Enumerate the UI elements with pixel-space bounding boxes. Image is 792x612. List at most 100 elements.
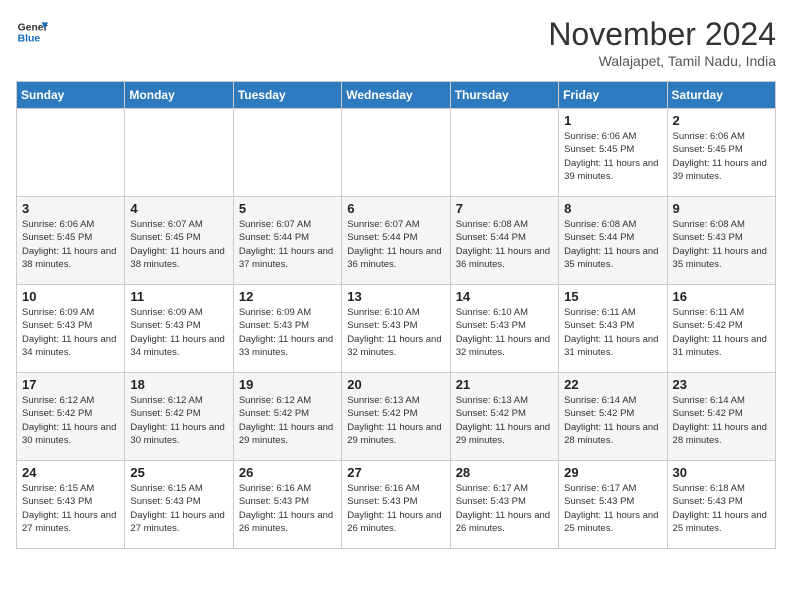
calendar-cell: 14 Sunrise: 6:10 AM Sunset: 5:43 PM Dayli…: [450, 285, 558, 373]
calendar-cell: [233, 109, 341, 197]
day-info: Sunrise: 6:18 AM Sunset: 5:43 PM Dayligh…: [673, 482, 770, 535]
logo-icon: General Blue: [16, 16, 48, 48]
day-info: Sunrise: 6:14 AM Sunset: 5:42 PM Dayligh…: [673, 394, 770, 447]
day-info: Sunrise: 6:17 AM Sunset: 5:43 PM Dayligh…: [564, 482, 661, 535]
day-number: 23: [673, 377, 770, 392]
day-info: Sunrise: 6:06 AM Sunset: 5:45 PM Dayligh…: [673, 130, 770, 183]
day-number: 10: [22, 289, 119, 304]
day-info: Sunrise: 6:08 AM Sunset: 5:43 PM Dayligh…: [673, 218, 770, 271]
calendar-cell: 16 Sunrise: 6:11 AM Sunset: 5:42 PM Dayli…: [667, 285, 775, 373]
day-number: 1: [564, 113, 661, 128]
calendar-cell: 15 Sunrise: 6:11 AM Sunset: 5:43 PM Dayli…: [559, 285, 667, 373]
day-number: 30: [673, 465, 770, 480]
day-number: 11: [130, 289, 227, 304]
column-header-thursday: Thursday: [450, 82, 558, 109]
day-info: Sunrise: 6:17 AM Sunset: 5:43 PM Dayligh…: [456, 482, 553, 535]
calendar-cell: 29 Sunrise: 6:17 AM Sunset: 5:43 PM Dayli…: [559, 461, 667, 549]
calendar-cell: 18 Sunrise: 6:12 AM Sunset: 5:42 PM Dayli…: [125, 373, 233, 461]
day-info: Sunrise: 6:14 AM Sunset: 5:42 PM Dayligh…: [564, 394, 661, 447]
calendar-cell: 7 Sunrise: 6:08 AM Sunset: 5:44 PM Daylig…: [450, 197, 558, 285]
column-header-sunday: Sunday: [17, 82, 125, 109]
calendar-cell: [125, 109, 233, 197]
calendar-cell: [450, 109, 558, 197]
day-number: 21: [456, 377, 553, 392]
calendar-cell: 2 Sunrise: 6:06 AM Sunset: 5:45 PM Daylig…: [667, 109, 775, 197]
calendar-cell: 26Sunrise: 6:16 AM Sunset: 5:43 PM Dayli…: [233, 461, 341, 549]
day-number: 2: [673, 113, 770, 128]
page-header: General Blue November 2024 Walajapet, Ta…: [16, 16, 776, 69]
day-number: 13: [347, 289, 444, 304]
day-number: 15: [564, 289, 661, 304]
calendar-cell: 9 Sunrise: 6:08 AM Sunset: 5:43 PM Daylig…: [667, 197, 775, 285]
location-subtitle: Walajapet, Tamil Nadu, India: [548, 53, 776, 69]
day-info: Sunrise: 6:10 AM Sunset: 5:43 PM Dayligh…: [347, 306, 444, 359]
day-number: 4: [130, 201, 227, 216]
day-info: Sunrise: 6:16 AM Sunset: 5:43 PM Dayligh…: [347, 482, 444, 535]
day-number: 3: [22, 201, 119, 216]
day-number: 16: [673, 289, 770, 304]
month-title: November 2024: [548, 16, 776, 53]
day-info: Sunrise: 6:07 AM Sunset: 5:44 PM Dayligh…: [347, 218, 444, 271]
day-number: 25: [130, 465, 227, 480]
calendar-table: SundayMondayTuesdayWednesdayThursdayFrid…: [16, 81, 776, 549]
day-info: Sunrise: 6:08 AM Sunset: 5:44 PM Dayligh…: [456, 218, 553, 271]
calendar-cell: 11 Sunrise: 6:09 AM Sunset: 5:43 PM Dayli…: [125, 285, 233, 373]
day-number: 18: [130, 377, 227, 392]
calendar-cell: 25 Sunrise: 6:15 AM Sunset: 5:43 PM Dayli…: [125, 461, 233, 549]
day-number: 27: [347, 465, 444, 480]
calendar-cell: 23 Sunrise: 6:14 AM Sunset: 5:42 PM Dayli…: [667, 373, 775, 461]
calendar-cell: 19 Sunrise: 6:12 AM Sunset: 5:42 PM Dayli…: [233, 373, 341, 461]
day-info: Sunrise: 6:10 AM Sunset: 5:43 PM Dayligh…: [456, 306, 553, 359]
calendar-cell: 13 Sunrise: 6:10 AM Sunset: 5:43 PM Dayli…: [342, 285, 450, 373]
column-header-friday: Friday: [559, 82, 667, 109]
day-info: Sunrise: 6:09 AM Sunset: 5:43 PM Dayligh…: [239, 306, 336, 359]
day-info: Sunrise: 6:06 AM Sunset: 5:45 PM Dayligh…: [564, 130, 661, 183]
day-info: Sunrise: 6:12 AM Sunset: 5:42 PM Dayligh…: [239, 394, 336, 447]
column-header-wednesday: Wednesday: [342, 82, 450, 109]
day-info: Sunrise: 6:08 AM Sunset: 5:44 PM Dayligh…: [564, 218, 661, 271]
day-info: Sunrise: 6:13 AM Sunset: 5:42 PM Dayligh…: [347, 394, 444, 447]
day-number: 26: [239, 465, 336, 480]
calendar-cell: 28 Sunrise: 6:17 AM Sunset: 5:43 PM Dayli…: [450, 461, 558, 549]
day-number: 9: [673, 201, 770, 216]
day-number: 12: [239, 289, 336, 304]
day-number: 7: [456, 201, 553, 216]
day-info: Sunrise: 6:11 AM Sunset: 5:43 PM Dayligh…: [564, 306, 661, 359]
calendar-cell: [17, 109, 125, 197]
day-info: Sunrise: 6:07 AM Sunset: 5:44 PM Dayligh…: [239, 218, 336, 271]
calendar-cell: 24 Sunrise: 6:15 AM Sunset: 5:43 PM Dayli…: [17, 461, 125, 549]
calendar-cell: 12 Sunrise: 6:09 AM Sunset: 5:43 PM Dayli…: [233, 285, 341, 373]
day-info: Sunrise: 6:12 AM Sunset: 5:42 PM Dayligh…: [22, 394, 119, 447]
column-header-tuesday: Tuesday: [233, 82, 341, 109]
day-info: Sunrise: 6:11 AM Sunset: 5:42 PM Dayligh…: [673, 306, 770, 359]
day-number: 22: [564, 377, 661, 392]
column-header-saturday: Saturday: [667, 82, 775, 109]
calendar-cell: 27 Sunrise: 6:16 AM Sunset: 5:43 PM Dayli…: [342, 461, 450, 549]
day-number: 24: [22, 465, 119, 480]
calendar-cell: 30 Sunrise: 6:18 AM Sunset: 5:43 PM Dayli…: [667, 461, 775, 549]
day-info: Sunrise: 6:12 AM Sunset: 5:42 PM Dayligh…: [130, 394, 227, 447]
day-number: 20: [347, 377, 444, 392]
day-info: Sunrise: 6:15 AM Sunset: 5:43 PM Dayligh…: [130, 482, 227, 535]
day-info: Sunrise: 6:09 AM Sunset: 5:43 PM Dayligh…: [22, 306, 119, 359]
calendar-cell: 5Sunrise: 6:07 AM Sunset: 5:44 PM Daylig…: [233, 197, 341, 285]
day-number: 29: [564, 465, 661, 480]
day-number: 28: [456, 465, 553, 480]
calendar-cell: 6 Sunrise: 6:07 AM Sunset: 5:44 PM Daylig…: [342, 197, 450, 285]
calendar-cell: 10 Sunrise: 6:09 AM Sunset: 5:43 PM Dayli…: [17, 285, 125, 373]
day-number: 6: [347, 201, 444, 216]
calendar-cell: 22 Sunrise: 6:14 AM Sunset: 5:42 PM Dayli…: [559, 373, 667, 461]
calendar-cell: 17Sunrise: 6:12 AM Sunset: 5:42 PM Dayli…: [17, 373, 125, 461]
column-header-monday: Monday: [125, 82, 233, 109]
day-number: 19: [239, 377, 336, 392]
calendar-cell: 1 Sunrise: 6:06 AM Sunset: 5:45 PM Daylig…: [559, 109, 667, 197]
calendar-cell: 8 Sunrise: 6:08 AM Sunset: 5:44 PM Daylig…: [559, 197, 667, 285]
day-number: 8: [564, 201, 661, 216]
day-info: Sunrise: 6:13 AM Sunset: 5:42 PM Dayligh…: [456, 394, 553, 447]
day-info: Sunrise: 6:15 AM Sunset: 5:43 PM Dayligh…: [22, 482, 119, 535]
day-number: 14: [456, 289, 553, 304]
calendar-cell: 20 Sunrise: 6:13 AM Sunset: 5:42 PM Dayli…: [342, 373, 450, 461]
svg-text:Blue: Blue: [18, 34, 41, 45]
day-info: Sunrise: 6:09 AM Sunset: 5:43 PM Dayligh…: [130, 306, 227, 359]
logo: General Blue: [16, 16, 48, 48]
